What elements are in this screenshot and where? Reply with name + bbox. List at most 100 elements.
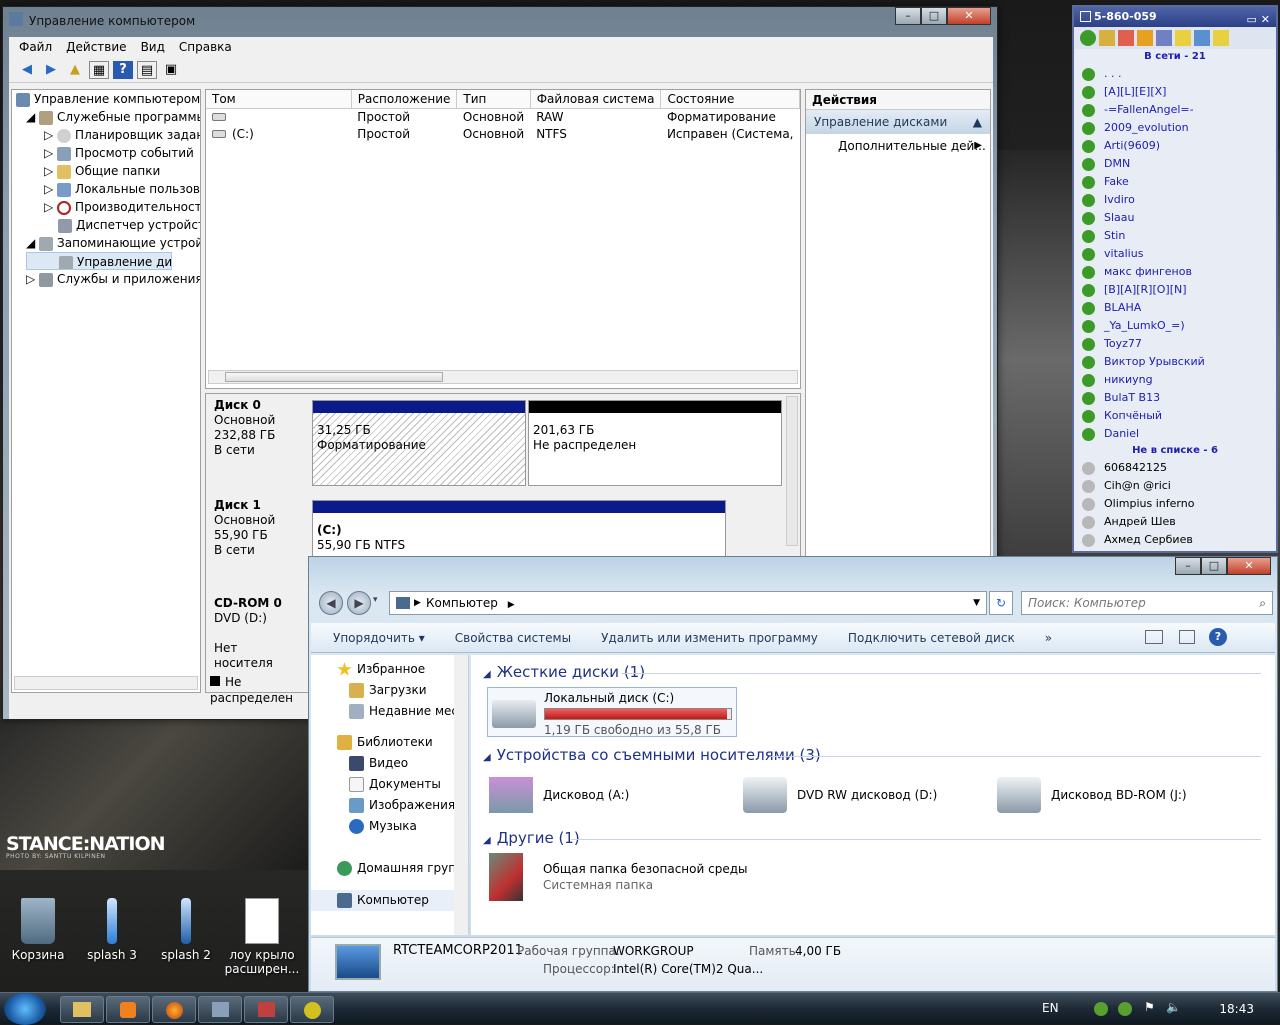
- desktop-icon-recycle-bin[interactable]: Корзина: [0, 898, 76, 962]
- icq-window-controls[interactable]: ▭ ✕: [1247, 10, 1270, 30]
- search-input[interactable]: Поиск: Компьютер ⌕: [1021, 591, 1273, 615]
- icq-contact[interactable]: vitalius: [1074, 245, 1276, 263]
- disk-view-scrollbar[interactable]: [786, 396, 798, 546]
- language-indicator[interactable]: EN: [1042, 1001, 1059, 1015]
- volume-icon[interactable]: 🔈: [1166, 1000, 1181, 1014]
- taskbar-computer-management[interactable]: [198, 996, 242, 1023]
- icq-contact[interactable]: BLAHA: [1074, 299, 1276, 317]
- table-row[interactable]: Простой Основной RAW Форматирование: [206, 108, 800, 125]
- icq-contact[interactable]: _Ya_LumkO_=): [1074, 317, 1276, 335]
- tree-item-system-tools[interactable]: ◢ Служебные программы: [12, 108, 200, 126]
- help-icon[interactable]: ?: [113, 60, 133, 79]
- icq-contact[interactable]: Slaau: [1074, 209, 1276, 227]
- icq-history-icon[interactable]: [1175, 30, 1191, 46]
- tray-icq2-icon[interactable]: [1118, 1002, 1132, 1016]
- address-dropdown-icon[interactable]: ▼: [973, 592, 980, 614]
- desktop-icon-splash2[interactable]: splash 2: [148, 898, 224, 962]
- table-row[interactable]: (C:) Простой Основной NTFS Исправен (Сис…: [206, 125, 800, 142]
- tree-item-device-manager[interactable]: Диспетчер устройств: [12, 216, 200, 234]
- disk-0-label[interactable]: Диск 0 Основной 232,88 ГБ В сети: [206, 394, 308, 492]
- tree-item-task-scheduler[interactable]: ▷ Планировщик заданий: [12, 126, 200, 144]
- icq-xstatus-icon[interactable]: [1137, 30, 1153, 46]
- taskbar-media-player[interactable]: [106, 996, 150, 1023]
- taskbar-icq[interactable]: [290, 996, 334, 1023]
- icq-search-icon[interactable]: [1194, 30, 1210, 46]
- close-button[interactable]: ✕: [947, 7, 991, 25]
- icq-contact[interactable]: Olimpius inferno: [1074, 495, 1276, 513]
- icq-contact[interactable]: Stin: [1074, 227, 1276, 245]
- icq-privacy-icon[interactable]: [1118, 30, 1134, 46]
- column-volume[interactable]: Том: [206, 90, 352, 109]
- icq-contact[interactable]: Arti(9609): [1074, 137, 1276, 155]
- icq-contact[interactable]: [B][A][R][O][N]: [1074, 281, 1276, 299]
- organize-button[interactable]: Упорядочить ▾: [333, 631, 425, 645]
- tree-item-root[interactable]: Управление компьютером (л: [12, 90, 200, 108]
- column-status[interactable]: Состояние: [660, 90, 800, 109]
- icq-contact[interactable]: Андрей Шев: [1074, 513, 1276, 531]
- group-other[interactable]: ◢ Другие (1): [483, 829, 580, 847]
- bd-rom-drive-j[interactable]: Дисковод BD-ROM (J:): [997, 773, 1227, 817]
- disk-1-label[interactable]: Диск 1 Основной 55,90 ГБ В сети: [206, 494, 308, 590]
- icq-contact[interactable]: [A][L][E][X]: [1074, 83, 1276, 101]
- action-center-icon[interactable]: ⚑: [1144, 1000, 1155, 1014]
- tree-item-local-users[interactable]: ▷ Локальные пользовате: [12, 180, 200, 198]
- icq-contact[interactable]: 606842125: [1074, 459, 1276, 477]
- tree-item-performance[interactable]: ▷ Производительность: [12, 198, 200, 216]
- map-network-drive-button[interactable]: Подключить сетевой диск: [848, 631, 1015, 645]
- minimize-button[interactable]: –: [895, 7, 921, 25]
- nav-pictures[interactable]: Изображения: [311, 795, 468, 816]
- forward-button[interactable]: ▶: [347, 591, 371, 615]
- nav-recent-places[interactable]: Недавние места: [311, 701, 468, 722]
- minimize-button[interactable]: –: [1175, 557, 1201, 575]
- tray-icq-icon[interactable]: [1094, 1002, 1108, 1016]
- back-icon[interactable]: ◀: [17, 61, 37, 79]
- more-commands-button[interactable]: »: [1045, 631, 1052, 645]
- icq-contact[interactable]: 2009_evolution: [1074, 119, 1276, 137]
- taskbar-firefox[interactable]: [152, 996, 196, 1023]
- icq-contact[interactable]: Cih@n @rici: [1074, 477, 1276, 495]
- show-actions-icon[interactable]: ▤: [137, 60, 157, 79]
- floppy-drive-a[interactable]: Дисковод (A:): [489, 773, 719, 817]
- window-menu-icon[interactable]: [1080, 11, 1091, 22]
- tree-item-storage[interactable]: ◢ Запоминающие устройст: [12, 234, 200, 252]
- icq-contact[interactable]: Ivdiro: [1074, 191, 1276, 209]
- tree-item-shared-folders[interactable]: ▷ Общие папки: [12, 162, 200, 180]
- icq-contact[interactable]: макс фингенов: [1074, 263, 1276, 281]
- icq-menu-icon[interactable]: [1099, 30, 1115, 46]
- taskbar-explorer[interactable]: [60, 996, 104, 1023]
- show-tree-icon[interactable]: ▦: [89, 60, 109, 79]
- nav-downloads[interactable]: Загрузки: [311, 680, 468, 701]
- scrollbar-thumb[interactable]: [225, 372, 443, 382]
- icq-contact[interactable]: Toyz77: [1074, 335, 1276, 353]
- icq-contact[interactable]: Fake: [1074, 173, 1276, 191]
- menu-file[interactable]: Файл: [19, 40, 52, 54]
- icq-title-bar[interactable]: 5-860-059 ▭ ✕: [1074, 7, 1276, 27]
- nav-computer[interactable]: Компьютер: [311, 890, 468, 911]
- icq-notes-icon[interactable]: [1213, 30, 1229, 46]
- menu-action[interactable]: Действие: [66, 40, 126, 54]
- partition-formatting[interactable]: 31,25 ГБ Форматирование: [312, 400, 526, 486]
- nav-documents[interactable]: Документы: [311, 774, 468, 795]
- column-type[interactable]: Тип: [456, 90, 531, 109]
- icq-contact[interactable]: никиyng: [1074, 371, 1276, 389]
- icq-groups-icon[interactable]: [1156, 30, 1172, 46]
- menu-help[interactable]: Справка: [179, 40, 232, 54]
- group-removable[interactable]: ◢ Устройства со съемными носителями (3): [483, 746, 821, 764]
- column-filesystem[interactable]: Файловая система: [530, 90, 662, 109]
- volume-list-scrollbar[interactable]: [208, 370, 798, 384]
- menu-view[interactable]: Вид: [141, 40, 165, 54]
- refresh-icon[interactable]: ↻: [989, 591, 1013, 615]
- nav-libraries[interactable]: Библиотеки: [311, 732, 468, 753]
- icq-contact[interactable]: DMN: [1074, 155, 1276, 173]
- recent-pages-icon[interactable]: ▾: [373, 595, 378, 605]
- icq-contact[interactable]: Копчёный: [1074, 407, 1276, 425]
- forward-icon[interactable]: ▶: [41, 61, 61, 79]
- icq-contact[interactable]: Daniel: [1074, 425, 1276, 443]
- icq-contact[interactable]: Ахмед Сербиев: [1074, 531, 1276, 549]
- start-button[interactable]: [4, 993, 46, 1025]
- taskbar-app[interactable]: [244, 996, 288, 1023]
- up-folder-icon[interactable]: ▲: [65, 61, 85, 79]
- uninstall-program-button[interactable]: Удалить или изменить программу: [601, 631, 818, 645]
- icq-online-group[interactable]: В сети - 21: [1074, 49, 1276, 65]
- actions-group-disk-management[interactable]: Управление дисками ▲: [806, 110, 990, 134]
